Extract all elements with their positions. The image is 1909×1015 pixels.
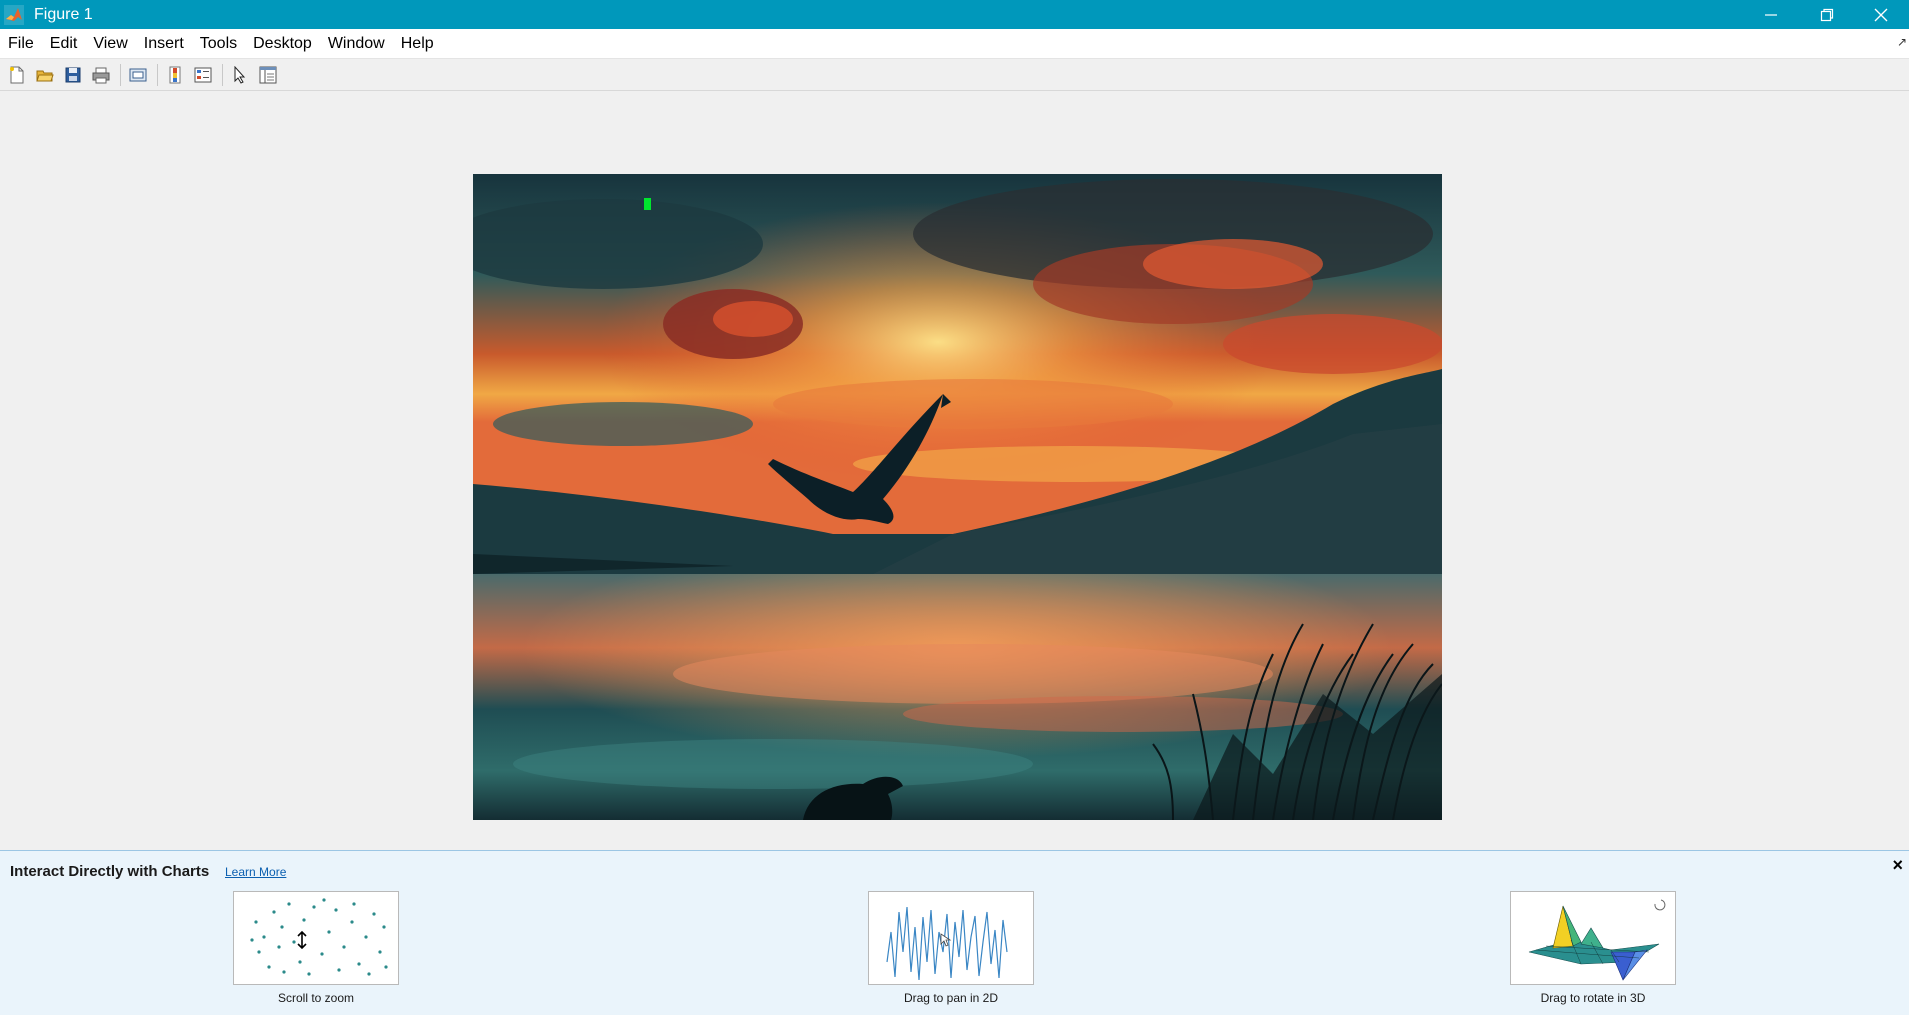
menu-help[interactable]: Help [393, 29, 442, 59]
new-figure-button[interactable] [4, 62, 30, 88]
scatter-thumbnail [233, 891, 399, 985]
toolbar-separator [222, 63, 223, 86]
sunset-eagle-picture [473, 174, 1442, 820]
line-plot-thumbnail [868, 891, 1034, 985]
menu-tools[interactable]: Tools [192, 29, 245, 59]
link-plot-button[interactable] [125, 62, 151, 88]
link-plot-icon [129, 68, 147, 81]
restore-button[interactable] [1799, 0, 1855, 29]
menu-file[interactable]: File [0, 29, 42, 59]
property-inspector-icon [259, 66, 277, 83]
title-bar: Figure 1 [0, 0, 1909, 29]
tip-drag-pan: Drag to pan in 2D [868, 891, 1034, 1005]
close-tips-button[interactable]: × [1892, 855, 1903, 876]
tip-scroll-zoom: Scroll to zoom [233, 891, 399, 1005]
menu-insert[interactable]: Insert [136, 29, 192, 59]
line-plot-icon [886, 906, 1008, 981]
open-file-button[interactable] [32, 62, 58, 88]
menu-bar: File Edit View Insert Tools Desktop Wind… [0, 29, 1909, 59]
toolbar-separator [157, 63, 158, 86]
tip-drag-rotate: Drag to rotate in 3D [1510, 891, 1676, 1005]
print-button[interactable] [88, 62, 114, 88]
menubar-overflow-icon[interactable]: ↗ [1897, 35, 1907, 49]
close-icon [1874, 8, 1888, 21]
toolbar-separator [120, 63, 121, 86]
learn-more-link[interactable]: Learn More [225, 865, 286, 879]
new-figure-icon [10, 66, 24, 83]
insert-legend-button[interactable] [190, 62, 216, 88]
surface-plot-thumbnail [1510, 891, 1676, 985]
save-icon [65, 67, 81, 82]
matlab-logo-icon [4, 4, 24, 25]
tip-label: Scroll to zoom [277, 991, 355, 1005]
close-button[interactable] [1853, 0, 1909, 29]
interaction-tips-panel: Interact Directly with Charts Learn More… [0, 850, 1909, 1015]
restore-icon [1820, 8, 1834, 21]
edit-plot-icon [234, 65, 246, 84]
figure-image-eagle-sunset[interactable] [473, 174, 1442, 820]
open-file-icon [36, 70, 54, 81]
scatter-plot-icon [250, 898, 388, 976]
minimize-button[interactable] [1743, 0, 1799, 29]
colorbar-icon [169, 66, 181, 83]
tip-label: Drag to rotate in 3D [1540, 991, 1646, 1005]
surface-plot-icon [1528, 899, 1666, 981]
figure-toolbar [0, 59, 1909, 91]
minimize-icon [1765, 13, 1777, 16]
menu-edit[interactable]: Edit [42, 29, 86, 59]
print-icon [92, 67, 110, 83]
tips-title: Interact Directly with Charts [10, 863, 210, 880]
window-title: Figure 1 [34, 5, 93, 23]
edit-plot-button[interactable] [227, 62, 253, 88]
insert-colorbar-button[interactable] [162, 62, 188, 88]
save-button[interactable] [60, 62, 86, 88]
property-inspector-button[interactable] [255, 62, 281, 88]
menu-desktop[interactable]: Desktop [245, 29, 320, 59]
tip-label: Drag to pan in 2D [903, 991, 999, 1005]
menu-window[interactable]: Window [320, 29, 393, 59]
legend-icon [194, 67, 212, 82]
menu-view[interactable]: View [85, 29, 135, 59]
